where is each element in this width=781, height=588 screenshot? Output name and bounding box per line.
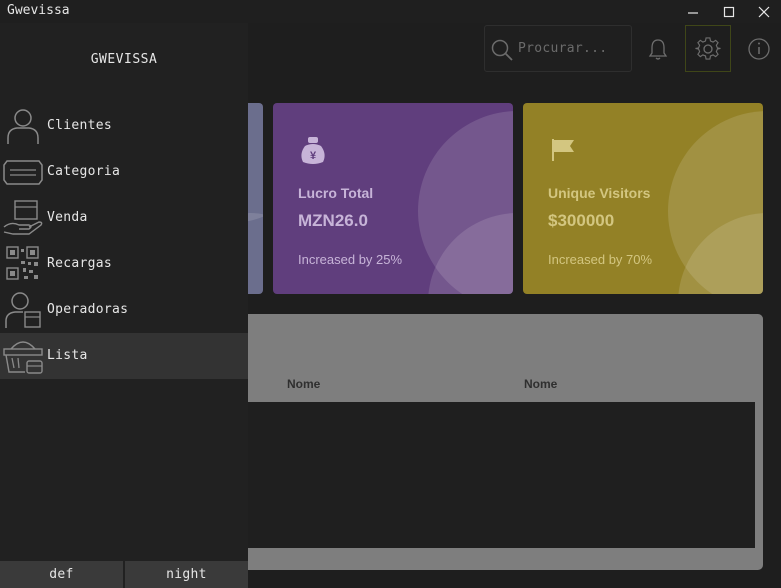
money-bag-icon: ¥ xyxy=(301,137,325,164)
title-bar: Gwevissa xyxy=(0,0,781,23)
stat-card-lucro: ¥ Lucro Total MZN26.0 Increased by 25% xyxy=(273,103,513,294)
sidebar-item-label: Venda xyxy=(47,210,88,225)
table-header-nome[interactable]: Nome xyxy=(524,377,557,391)
sidebar-item-label: Clientes xyxy=(47,118,113,133)
card-title: Lucro Total xyxy=(298,185,374,201)
window-title: Gwevissa xyxy=(7,3,70,18)
sidebar-item-categoria[interactable]: Categoria xyxy=(0,149,248,195)
card-value: MZN26.0 xyxy=(298,211,368,230)
bell-icon xyxy=(648,38,668,60)
sidebar-item-operadoras[interactable]: Operadoras xyxy=(0,287,248,333)
app-brand: GWEVISSA xyxy=(90,52,158,67)
sidebar-item-lista[interactable]: Lista xyxy=(0,333,248,379)
sidebar-item-label: Lista xyxy=(47,348,88,363)
person-package-icon xyxy=(5,292,41,328)
table-body[interactable] xyxy=(200,402,755,548)
gear-icon xyxy=(695,36,721,60)
table-header-nome[interactable]: Nome xyxy=(287,377,320,391)
hand-box-icon xyxy=(3,200,43,235)
sidebar-item-clientes[interactable]: Clientes xyxy=(0,103,248,149)
card-subtitle: Increased by 25% xyxy=(298,252,403,267)
person-icon xyxy=(7,109,39,144)
close-button[interactable] xyxy=(747,0,781,23)
search-input[interactable]: Procurar... xyxy=(518,41,607,56)
minimize-icon xyxy=(688,11,698,14)
basket-icon xyxy=(3,341,43,374)
sidebar-item-venda[interactable]: Venda xyxy=(0,195,248,241)
sidebar: GWEVISSA Clientes Categoria Venda Recarg… xyxy=(0,23,248,588)
maximize-button[interactable] xyxy=(712,0,746,23)
maximize-icon xyxy=(723,6,735,17)
close-icon xyxy=(758,6,770,17)
minimize-button[interactable] xyxy=(676,0,710,23)
card-stack-icon xyxy=(3,160,43,185)
sidebar-item-label: Operadoras xyxy=(47,302,129,317)
card-title: Unique Visitors xyxy=(548,185,651,201)
sidebar-item-label: Categoria xyxy=(47,164,121,179)
card-subtitle: Increased by 70% xyxy=(548,252,653,267)
settings-button[interactable] xyxy=(685,25,731,72)
theme-night-button[interactable]: night xyxy=(125,561,248,588)
qr-code-icon xyxy=(6,246,39,280)
svg-text:¥: ¥ xyxy=(310,150,317,162)
search-icon xyxy=(491,39,513,61)
notifications-button[interactable] xyxy=(635,25,681,72)
card-value: $300000 xyxy=(548,211,615,230)
sidebar-item-label: Recargas xyxy=(47,256,113,271)
info-icon xyxy=(748,37,770,60)
sidebar-item-recargas[interactable]: Recargas xyxy=(0,241,248,287)
search-box[interactable]: Procurar... xyxy=(484,25,632,72)
stat-card-visitors: Unique Visitors $300000 Increased by 70% xyxy=(523,103,763,294)
table-panel: Nome Nome xyxy=(200,314,763,570)
theme-default-button[interactable]: def xyxy=(0,561,123,588)
flag-icon xyxy=(552,139,574,161)
info-button[interactable] xyxy=(736,25,781,72)
